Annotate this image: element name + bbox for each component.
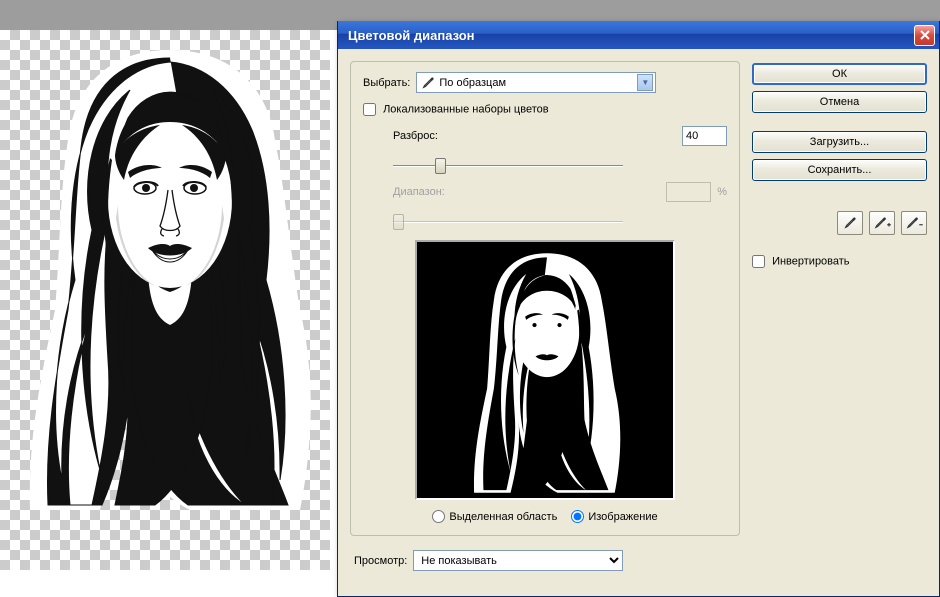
canvas-image (20, 40, 320, 520)
settings-group: Выбрать: По образцам ▼ Локализованные на… (350, 61, 740, 536)
eyedropper-minus-icon (905, 216, 923, 230)
dialog-title: Цветовой диапазон (348, 28, 475, 43)
chevron-down-icon: ▼ (637, 74, 653, 91)
eyedropper-icon (843, 216, 857, 230)
localized-colors-checkbox[interactable]: Локализованные наборы цветов (363, 103, 549, 116)
select-dropdown[interactable]: По образцам ▼ (416, 72, 656, 93)
eyedropper-plus-button[interactable] (869, 211, 895, 235)
save-button[interactable]: Сохранить... (752, 159, 927, 181)
preview-image (447, 248, 647, 498)
close-button[interactable] (914, 25, 935, 46)
eyedropper-minus-button[interactable] (901, 211, 927, 235)
fuzziness-label: Разброс: (393, 130, 473, 142)
range-label: Диапазон: (393, 186, 473, 198)
eyedropper-icon (421, 76, 435, 90)
range-input (666, 182, 711, 202)
fuzziness-input[interactable] (682, 126, 727, 146)
eyedropper-button[interactable] (837, 211, 863, 235)
cancel-button[interactable]: Отмена (752, 91, 927, 113)
slider-thumb[interactable] (435, 158, 446, 174)
fuzziness-slider[interactable] (393, 156, 623, 176)
dialog-titlebar[interactable]: Цветовой диапазон (338, 21, 939, 49)
range-unit: % (717, 186, 727, 198)
load-button[interactable]: Загрузить... (752, 131, 927, 153)
eyedropper-plus-icon (873, 216, 891, 230)
preview-label: Просмотр: (354, 555, 407, 567)
preview-dropdown[interactable]: Не показывать (413, 550, 623, 571)
range-slider (393, 212, 623, 232)
document-canvas (0, 30, 340, 597)
ok-button[interactable]: ОК (752, 63, 927, 85)
radio-selection-input[interactable] (432, 510, 445, 523)
slider-track (393, 165, 623, 167)
localized-colors-input[interactable] (363, 103, 376, 116)
selection-preview[interactable] (415, 240, 675, 500)
radio-selection[interactable]: Выделенная область (432, 510, 557, 523)
invert-input[interactable] (752, 255, 765, 268)
select-value: По образцам (439, 77, 506, 89)
close-icon (920, 30, 930, 40)
radio-image[interactable]: Изображение (571, 510, 657, 523)
radio-image-input[interactable] (571, 510, 584, 523)
invert-checkbox[interactable]: Инвертировать (752, 255, 850, 268)
color-range-dialog: Цветовой диапазон Выбрать: По образцам ▼ (337, 21, 940, 597)
select-label: Выбрать: (363, 77, 410, 89)
